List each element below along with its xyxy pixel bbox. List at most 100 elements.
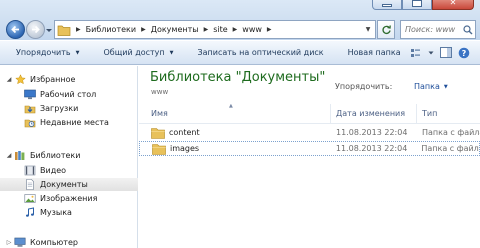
sort-ascending-icon: ▲ [229, 104, 233, 109]
breadcrumb-documents[interactable]: Документы [149, 21, 201, 38]
refresh-icon [381, 25, 391, 35]
new-folder-button[interactable]: Новая папка [332, 41, 409, 64]
sidebar-item-label: Компьютер [30, 238, 78, 247]
star-icon [14, 74, 26, 86]
list-item[interactable]: content 11.08.2013 22:04 Папка с файла [139, 125, 480, 140]
sidebar-item-label: Загрузки [40, 104, 79, 113]
search-box[interactable] [400, 20, 476, 39]
column-header-type[interactable]: Тип [417, 104, 480, 123]
breadcrumb-libraries[interactable]: Библиотеки [84, 21, 138, 38]
close-icon: ✕ [449, 0, 457, 7]
video-icon [24, 165, 36, 177]
forward-arrow-icon [32, 25, 40, 34]
sidebar-item-downloads[interactable]: Загрузки [0, 102, 138, 115]
column-header: ▲ Имя Дата изменения Тип [139, 104, 480, 124]
file-date: 11.08.2013 22:04 [335, 144, 408, 153]
folder-icon [152, 143, 166, 155]
expand-arrow-icon[interactable]: ▷ [4, 239, 14, 246]
search-icon[interactable] [463, 24, 473, 35]
sidebar-item-label: Документы [40, 180, 88, 189]
chevron-down-icon [428, 51, 434, 54]
title-address-bar: ✕ ▶ Библиотеки ▶ Документы ▶ site ▶ www … [0, 0, 480, 40]
breadcrumb-separator-icon[interactable]: ▶ [230, 26, 241, 33]
sidebar-item-desktop[interactable]: Рабочий стол [0, 88, 138, 101]
file-name: images [170, 144, 200, 153]
collapse-arrow-icon[interactable]: ◢ [4, 152, 14, 159]
file-date: 11.08.2013 22:04 [336, 128, 408, 137]
burn-button[interactable]: Записать на оптический диск [182, 41, 332, 64]
back-button[interactable] [6, 20, 25, 39]
libraries-icon [14, 150, 26, 162]
folder-icon [57, 25, 71, 36]
arrange-by-value: Папка [414, 82, 440, 91]
downloads-icon [24, 103, 36, 115]
view-options-button[interactable] [410, 48, 422, 58]
breadcrumb-separator-icon[interactable]: ▶ [138, 26, 149, 33]
sidebar-item-music[interactable]: Музыка [0, 206, 138, 219]
share-label: Общий доступ [103, 48, 165, 57]
arrange-by-label: Упорядочить: [335, 82, 393, 91]
address-bar[interactable]: ▶ Библиотеки ▶ Документы ▶ site ▶ www ▶ … [54, 20, 376, 39]
sidebar-item-label: Библиотеки [30, 151, 81, 160]
chevron-down-icon: ▼ [75, 49, 80, 56]
share-button[interactable]: Общий доступ ▼ [87, 41, 181, 64]
chevron-down-icon: ▼ [443, 83, 448, 90]
new-folder-label: Новая папка [347, 48, 401, 57]
sidebar-item-label: Избранное [30, 75, 76, 84]
file-name-cell[interactable]: content [139, 127, 331, 139]
library-subtitle: www [151, 88, 169, 96]
sidebar-item-video[interactable]: Видео [0, 164, 138, 177]
pictures-icon [24, 193, 36, 205]
sidebar-item-favorites[interactable]: ◢ Избранное [0, 73, 138, 86]
help-icon: ? [458, 47, 470, 58]
breadcrumb-www[interactable]: www [240, 21, 264, 38]
preview-pane-icon [440, 47, 452, 58]
view-controls: ? [410, 47, 480, 59]
preview-pane-button[interactable] [440, 47, 452, 58]
sidebar-item-label: Рабочий стол [40, 90, 97, 99]
breadcrumb-separator-icon[interactable]: ▶ [73, 26, 84, 33]
column-date-label: Дата изменения [336, 109, 406, 118]
search-input[interactable] [405, 25, 461, 34]
collapse-arrow-icon[interactable]: ◢ [4, 76, 14, 83]
organize-button[interactable]: Упорядочить ▼ [0, 41, 87, 64]
arrange-by-dropdown[interactable]: Папка ▼ [414, 82, 448, 91]
address-dropdown-icon[interactable]: ▼ [361, 21, 375, 38]
maximize-button[interactable] [402, 0, 432, 10]
sidebar-item-recent-places[interactable]: Недавние места [0, 116, 138, 129]
history-dropdown-icon[interactable] [45, 26, 53, 34]
sidebar-item-label: Видео [40, 166, 67, 175]
window-controls: ✕ [372, 0, 474, 10]
file-type: Папка с файла [421, 144, 479, 153]
list-item[interactable]: images 11.08.2013 22:04 Папка с файла [139, 141, 480, 156]
organize-label: Упорядочить [16, 48, 71, 57]
chevron-down-icon: ▼ [169, 49, 174, 56]
forward-button[interactable] [26, 20, 45, 39]
minimize-button[interactable] [372, 0, 402, 10]
content-pane: Библиотека "Документы" www Упорядочить: … [139, 66, 480, 248]
column-type-label: Тип [422, 109, 438, 118]
sidebar-item-label: Изображения [40, 194, 98, 203]
sidebar-item-libraries[interactable]: ◢ Библиотеки [0, 149, 138, 162]
svg-text:?: ? [462, 49, 467, 58]
file-name-cell[interactable]: images [140, 143, 331, 155]
sidebar-item-documents[interactable]: Документы [0, 178, 138, 191]
column-header-date[interactable]: Дата изменения [331, 104, 417, 123]
close-button[interactable]: ✕ [432, 0, 474, 10]
file-name: content [169, 128, 200, 137]
command-bar: Упорядочить ▼ Общий доступ ▼ Записать на… [0, 41, 480, 65]
back-arrow-icon [11, 25, 19, 34]
refresh-button[interactable] [377, 20, 395, 39]
column-header-name[interactable]: ▲ Имя [139, 104, 331, 123]
breadcrumb-site[interactable]: site [211, 21, 229, 38]
minimize-icon [382, 3, 392, 7]
recent-places-icon [24, 117, 36, 129]
sidebar-item-computer[interactable]: ▷ Компьютер [0, 236, 138, 248]
help-button[interactable]: ? [458, 47, 470, 59]
view-dropdown-button[interactable] [428, 50, 434, 56]
documents-icon [24, 179, 36, 191]
breadcrumb-separator-icon[interactable]: ▶ [201, 26, 212, 33]
sidebar-item-pictures[interactable]: Изображения [0, 192, 138, 205]
breadcrumb-separator-icon[interactable]: ▶ [264, 26, 275, 33]
burn-label: Записать на оптический диск [197, 48, 324, 57]
